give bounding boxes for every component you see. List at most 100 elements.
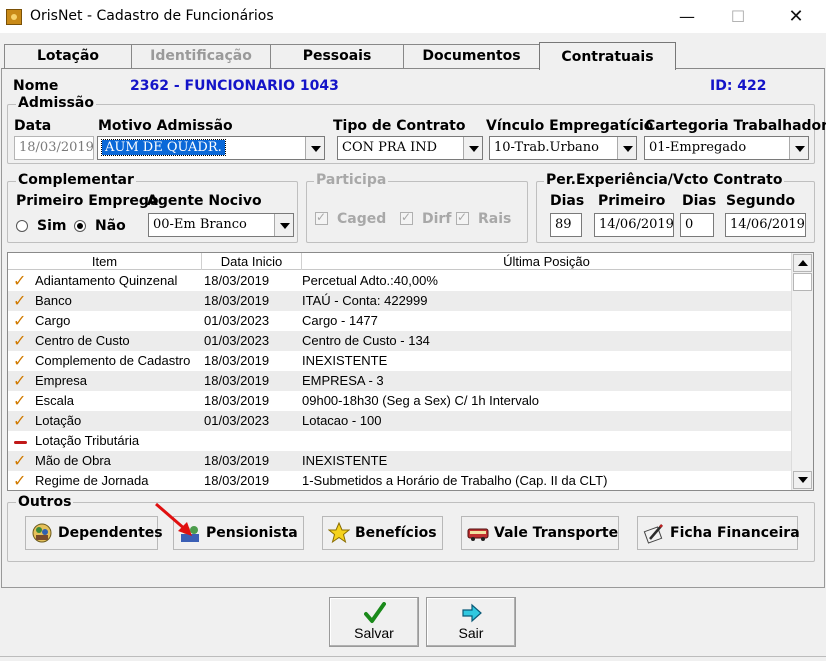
ficha-financeira-button[interactable]: Ficha Financeira: [637, 516, 800, 550]
tipo-contrato-label: Tipo de Contrato: [333, 118, 466, 134]
dirf-checkbox[interactable]: [400, 210, 413, 225]
caged-checkbox[interactable]: [315, 210, 328, 225]
cell-ultima-posicao: 09h00-18h30 (Seg a Sex) C/ 1h Intervalo: [302, 393, 540, 408]
tab-lotacao[interactable]: Lotação: [4, 44, 132, 68]
table-row[interactable]: Regime de Jornada 18/03/2019 1-Submetidos …: [8, 471, 791, 490]
data-label: Data: [14, 118, 52, 134]
categoria-select[interactable]: 01-Empregado: [644, 136, 809, 160]
cell-data-inicio: 01/03/2023: [204, 413, 270, 428]
cell-item: Banco: [35, 293, 72, 308]
cell-data-inicio: 18/03/2019: [204, 393, 270, 408]
table-row[interactable]: Escala 18/03/2019 09h00-18h30 (Seg a Sex) …: [8, 391, 791, 411]
tab-contratuais[interactable]: Contratuais: [539, 42, 676, 70]
complementar-title: Complementar: [16, 172, 136, 188]
checkmark-icon: [12, 471, 30, 490]
items-grid[interactable]: Item Data Inicio Última Posição Adiantam…: [7, 252, 814, 491]
dash-icon: [12, 431, 30, 451]
sim-radio[interactable]: [16, 220, 28, 232]
arrow-right-icon: [462, 603, 482, 623]
table-row[interactable]: Complemento de Cadastro 18/03/2019 INEXIST…: [8, 351, 791, 371]
dependentes-button[interactable]: Dependentes: [25, 516, 163, 550]
column-header-ultima-posicao[interactable]: Última Posição: [302, 253, 791, 270]
chevron-down-icon[interactable]: [463, 137, 482, 159]
segundo-value: 14/06/2019: [730, 217, 805, 232]
cell-ultima-posicao: 1-Submetidos a Horário de Trabalho (Cap.…: [302, 473, 608, 488]
chevron-down-icon[interactable]: [617, 137, 636, 159]
agente-nocivo-label: Agente Nocivo: [147, 193, 262, 209]
cell-item: Lotação: [35, 413, 82, 428]
table-row[interactable]: Cargo 01/03/2023 Cargo - 1477: [8, 311, 791, 331]
salvar-button[interactable]: Salvar: [329, 597, 419, 647]
vertical-scrollbar[interactable]: [791, 253, 813, 490]
bus-icon: [467, 528, 489, 541]
table-row[interactable]: Centro de Custo 01/03/2023 Centro de Custo…: [8, 331, 791, 351]
table-row[interactable]: Empresa 18/03/2019 EMPRESA - 3: [8, 371, 791, 391]
scroll-up-button[interactable]: [793, 254, 812, 272]
tab-documentos[interactable]: Documentos: [403, 44, 540, 68]
vinculo-select[interactable]: 10-Trab.Urbano: [489, 136, 637, 160]
cell-item: Lotação Tributária: [35, 433, 140, 448]
chevron-down-icon[interactable]: [789, 137, 808, 159]
vale-transporte-button[interactable]: Vale Transporte: [461, 516, 619, 550]
chevron-down-icon[interactable]: [305, 137, 324, 159]
nome-value: 2362 - FUNCIONARIO 1043: [130, 78, 339, 94]
star-icon: [328, 522, 350, 544]
cell-item: Cargo: [35, 313, 71, 328]
data-admissao-value: 18/03/2019: [19, 140, 94, 155]
motivo-admissao-select[interactable]: AUM DE QUADR.: [97, 136, 325, 160]
data-admissao-field[interactable]: 18/03/2019: [14, 136, 94, 160]
tipo-contrato-value: CON PRA IND: [342, 140, 438, 155]
minimize-button[interactable]: —: [664, 0, 710, 33]
checkmark-icon: [364, 602, 386, 623]
beneficios-label: Benefícios: [355, 525, 437, 541]
dias2-value: 0: [685, 217, 694, 232]
family-icon: [32, 523, 52, 543]
table-row[interactable]: Banco 18/03/2019 ITAÚ - Conta: 422999: [8, 291, 791, 311]
cell-item: Empresa: [35, 373, 88, 388]
checkmark-icon: [12, 291, 30, 311]
sair-button[interactable]: Sair: [426, 597, 516, 647]
cell-data-inicio: 18/03/2019: [204, 273, 270, 288]
dias2-field[interactable]: 0: [680, 213, 714, 237]
column-header-data-inicio[interactable]: Data Inicio: [202, 253, 302, 270]
checkmark-icon: [12, 451, 30, 471]
column-header-item[interactable]: Item: [8, 253, 202, 270]
table-row[interactable]: Adiantamento Quinzenal 18/03/2019 Percetua…: [8, 271, 791, 291]
tipo-contrato-select[interactable]: CON PRA IND: [337, 136, 483, 160]
beneficios-button[interactable]: Benefícios: [322, 516, 443, 550]
primeiro-field[interactable]: 14/06/2019: [594, 213, 674, 237]
primeiro-value: 14/06/2019: [599, 217, 674, 232]
maximize-button[interactable]: ☐: [715, 0, 761, 33]
close-button[interactable]: ✕: [773, 0, 819, 33]
table-row[interactable]: Lotação 01/03/2023 Lotacao - 100: [8, 411, 791, 431]
nome-label: Nome: [13, 78, 59, 94]
cell-data-inicio: 18/03/2019: [204, 293, 270, 308]
scroll-down-button[interactable]: [793, 471, 812, 489]
scroll-thumb[interactable]: [793, 273, 812, 291]
table-row[interactable]: Lotação Tributária: [8, 431, 791, 451]
dias-field[interactable]: 89: [550, 213, 582, 237]
segundo-field[interactable]: 14/06/2019: [725, 213, 806, 237]
tab-identificacao[interactable]: Identificação: [131, 44, 271, 68]
motivo-admissao-value: AUM DE QUADR.: [101, 139, 226, 156]
vale-transporte-label: Vale Transporte: [494, 525, 619, 541]
agente-nocivo-value: 00-Em Branco: [153, 217, 247, 232]
grid-header: Item Data Inicio Última Posição: [8, 253, 791, 270]
tab-pessoais[interactable]: Pessoais: [270, 44, 404, 68]
nao-radio[interactable]: [74, 220, 86, 232]
rais-checkbox[interactable]: [456, 210, 469, 225]
sair-label: Sair: [458, 625, 484, 641]
agente-nocivo-select[interactable]: 00-Em Branco: [148, 213, 294, 237]
cell-data-inicio: 18/03/2019: [204, 473, 270, 488]
cell-ultima-posicao: ITAÚ - Conta: 422999: [302, 293, 428, 308]
admissao-title: Admissão: [16, 95, 96, 111]
primeiro-label: Primeiro: [598, 193, 666, 209]
dias-label: Dias: [550, 193, 585, 209]
pensionista-label: Pensionista: [206, 525, 298, 541]
cell-data-inicio: 18/03/2019: [204, 453, 270, 468]
table-row[interactable]: Mão de Obra 18/03/2019 INEXISTENTE: [8, 451, 791, 471]
vinculo-label: Vínculo Empregatício: [486, 118, 654, 134]
dias2-label: Dias: [682, 193, 717, 209]
cell-item: Regime de Jornada: [35, 473, 149, 488]
chevron-down-icon[interactable]: [274, 214, 293, 236]
